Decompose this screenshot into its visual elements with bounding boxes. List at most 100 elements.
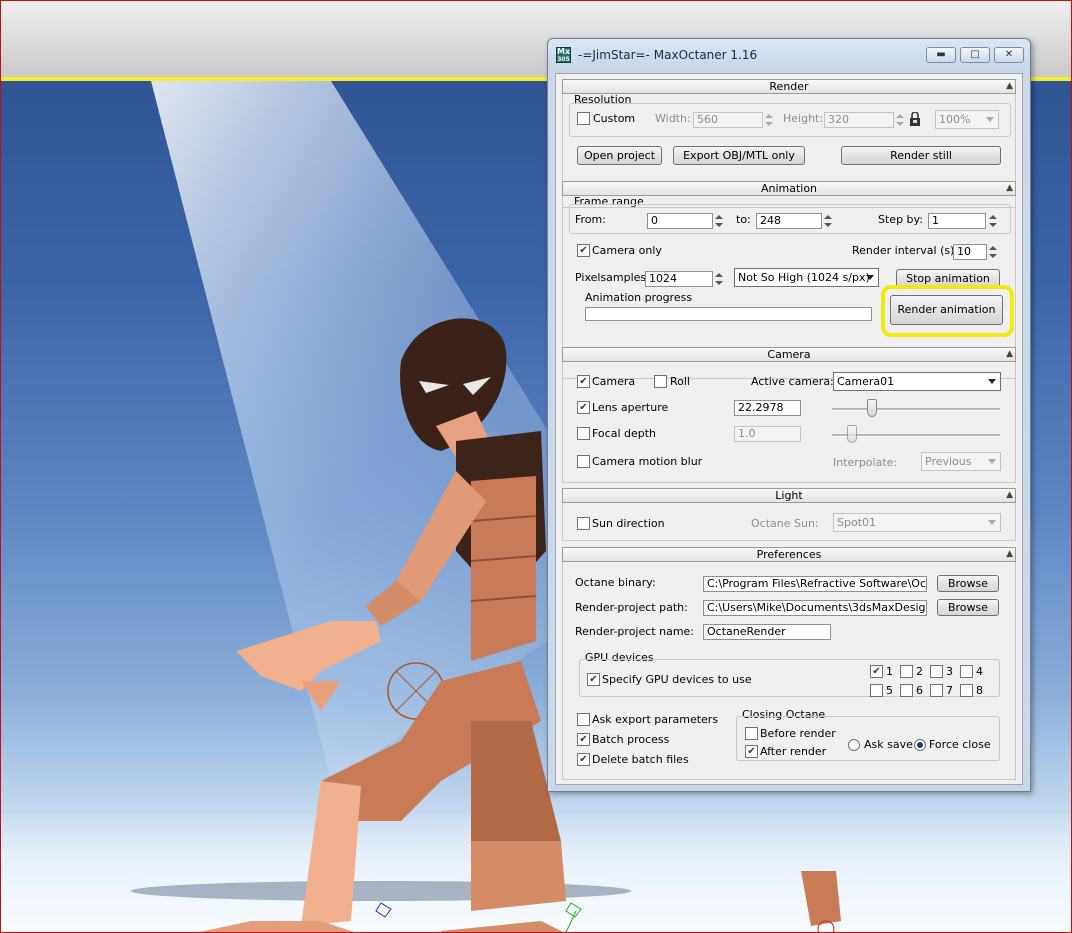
after-render-label: After render	[760, 745, 827, 758]
camera-motion-blur-label: Camera motion blur	[592, 455, 703, 468]
gpu-3-checkbox[interactable]	[930, 665, 943, 678]
animation-progress-label: Animation progress	[585, 291, 693, 304]
pixelsamples-field[interactable]: 1024	[645, 271, 713, 287]
open-project-button[interactable]: Open project	[577, 146, 662, 165]
gpu-7-label: 7	[946, 684, 953, 697]
custom-checkbox[interactable]	[577, 112, 590, 125]
maximize-button[interactable]: □	[960, 47, 990, 63]
pixelsamples-spinner[interactable]	[714, 271, 724, 287]
width-label: Width:	[655, 112, 691, 125]
step-by-field[interactable]: 1	[928, 213, 986, 229]
ask-save-label: Ask save	[864, 738, 913, 751]
collapse-icon[interactable]: ▲	[1006, 348, 1013, 361]
close-button[interactable]: ✕	[994, 47, 1024, 63]
before-render-checkbox[interactable]	[745, 727, 758, 740]
custom-label: Custom	[593, 112, 636, 125]
camera-only-label: Camera only	[592, 244, 662, 257]
force-close-label: Force close	[929, 738, 991, 751]
project-path-field[interactable]: C:\Users\Mike\Documents\3dsMaxDesign\sce…	[703, 600, 927, 616]
gpu-1-label: 1	[886, 665, 893, 678]
gpu-5-label: 5	[886, 684, 893, 697]
octane-sun-select[interactable]: Spot01	[833, 513, 1001, 532]
camera-only-checkbox[interactable]: ✔	[577, 244, 590, 257]
gpu-1-checkbox[interactable]: ✔	[870, 665, 883, 678]
sun-direction-checkbox[interactable]	[577, 517, 590, 530]
lens-aperture-checkbox[interactable]: ✔	[577, 401, 590, 414]
step-by-spinner[interactable]	[988, 213, 998, 229]
light-rollout-header[interactable]: Light ▲	[562, 488, 1016, 503]
octane-binary-label: Octane binary:	[575, 576, 656, 589]
render-rollout-header[interactable]: Render ▲	[562, 79, 1016, 94]
project-name-field[interactable]: OctaneRender	[703, 624, 831, 640]
render-still-button[interactable]: Render still	[841, 146, 1001, 165]
collapse-icon[interactable]: ▲	[1006, 80, 1013, 93]
export-obj-button[interactable]: Export OBJ/MTL only	[673, 146, 805, 165]
delete-batch-checkbox[interactable]: ✔	[577, 753, 590, 766]
minimize-button[interactable]: ▬	[926, 47, 956, 63]
gpu-8-checkbox[interactable]	[960, 684, 973, 697]
focal-depth-slider-track[interactable]	[832, 434, 1000, 437]
scale-select[interactable]: 100%	[935, 110, 999, 129]
to-spinner[interactable]	[823, 213, 833, 229]
collapse-icon[interactable]: ▲	[1006, 548, 1013, 561]
force-close-radio[interactable]	[914, 739, 926, 751]
preferences-rollout-header[interactable]: Preferences ▲	[562, 547, 1016, 562]
from-spinner[interactable]	[714, 213, 724, 229]
to-label: to:	[736, 213, 751, 226]
ask-export-label: Ask export parameters	[592, 713, 719, 726]
gpu-3-label: 3	[946, 665, 953, 678]
animation-rollout-header[interactable]: Animation ▲	[562, 181, 1016, 196]
collapse-icon[interactable]: ▲	[1006, 489, 1013, 502]
camera-motion-blur-checkbox[interactable]	[577, 455, 590, 468]
focal-depth-checkbox[interactable]	[577, 427, 590, 440]
batch-process-checkbox[interactable]: ✔	[577, 733, 590, 746]
lens-aperture-slider-thumb[interactable]	[867, 399, 877, 417]
gpu-6-checkbox[interactable]	[900, 684, 913, 697]
window-title: -=JimStar=- MaxOctaner 1.16	[578, 48, 758, 62]
gpu-4-label: 4	[976, 665, 983, 678]
quality-select[interactable]: Not So High (1024 s/px)	[734, 268, 879, 287]
focal-depth-slider-thumb[interactable]	[847, 425, 857, 443]
project-path-label: Render-project path:	[575, 601, 688, 614]
collapse-icon[interactable]: ▲	[1006, 182, 1013, 195]
from-field[interactable]: 0	[647, 213, 713, 229]
height-field[interactable]: 320	[824, 112, 894, 128]
browse-binary-button[interactable]: Browse	[937, 575, 999, 592]
camera-checkbox[interactable]: ✔	[577, 375, 590, 388]
lens-aperture-label: Lens aperture	[592, 401, 669, 414]
width-spinner[interactable]	[764, 112, 774, 128]
roll-label: Roll	[670, 375, 690, 388]
delete-batch-label: Delete batch files	[592, 753, 689, 766]
ask-save-radio[interactable]	[848, 739, 860, 751]
specify-gpu-checkbox[interactable]: ✔	[587, 673, 600, 686]
octane-sun-label: Octane Sun:	[751, 517, 819, 530]
maxoctaner-dialog[interactable]: Mx 305 -=JimStar=- MaxOctaner 1.16 ▬ □ ✕ …	[547, 38, 1031, 792]
roll-checkbox[interactable]	[654, 375, 667, 388]
gpu-5-checkbox[interactable]	[870, 684, 883, 697]
lens-aperture-slider-track[interactable]	[832, 408, 1000, 411]
render-interval-spinner[interactable]	[988, 244, 998, 260]
camera-rollout-header[interactable]: Camera ▲	[562, 347, 1016, 362]
animation-progress-bar	[585, 307, 872, 321]
render-interval-field[interactable]: 10	[953, 244, 987, 260]
focal-depth-field[interactable]: 1.0	[734, 426, 801, 442]
app-icon: Mx 305	[556, 47, 571, 63]
lock-icon[interactable]	[909, 112, 921, 126]
lens-aperture-field[interactable]: 22.2978	[734, 400, 801, 416]
camera-label: Camera	[592, 375, 636, 388]
height-label: Height:	[783, 112, 824, 125]
width-field[interactable]: 560	[693, 112, 763, 128]
height-spinner[interactable]	[895, 112, 905, 128]
octane-binary-field[interactable]: C:\Program Files\Refractive Software\Oct…	[703, 576, 927, 592]
gpu-7-checkbox[interactable]	[930, 684, 943, 697]
gpu-4-checkbox[interactable]	[960, 665, 973, 678]
active-camera-select[interactable]: Camera01	[833, 372, 1001, 391]
gpu-2-checkbox[interactable]	[900, 665, 913, 678]
title-bar[interactable]: Mx 305 -=JimStar=- MaxOctaner 1.16 ▬ □ ✕	[548, 39, 1030, 72]
ask-export-checkbox[interactable]	[577, 713, 590, 726]
interpolate-select[interactable]: Previous	[921, 452, 1001, 471]
browse-project-path-button[interactable]: Browse	[937, 599, 999, 616]
to-field[interactable]: 248	[756, 213, 822, 229]
after-render-checkbox[interactable]: ✔	[745, 745, 758, 758]
before-render-label: Before render	[760, 727, 836, 740]
